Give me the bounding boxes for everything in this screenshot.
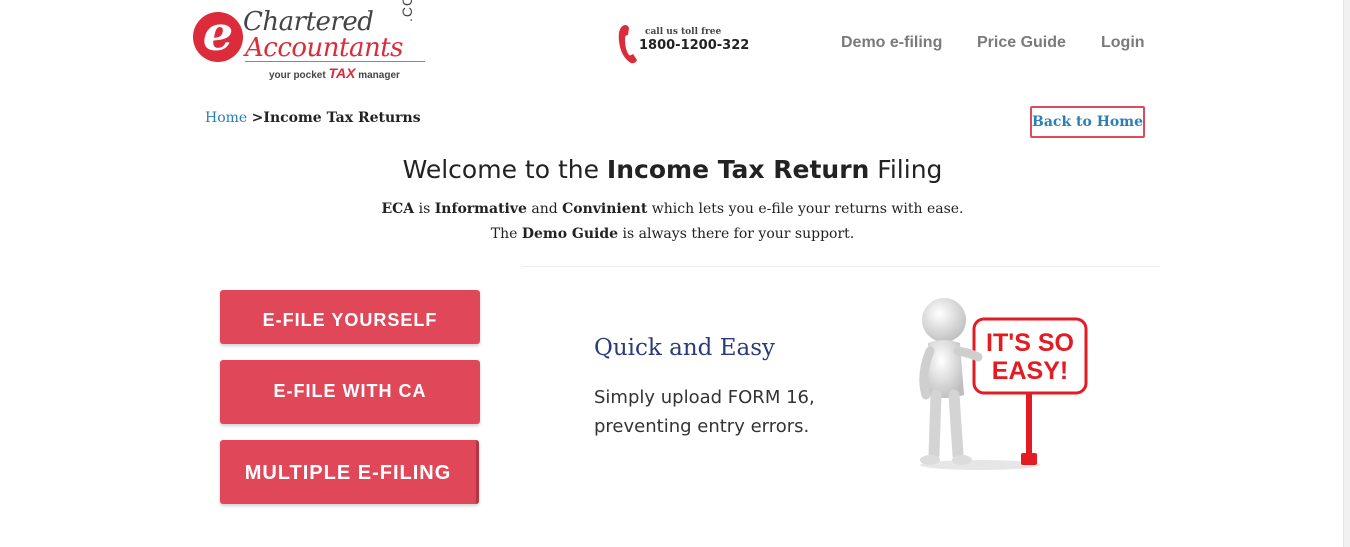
page-title: Welcome to the Income Tax Return Filing	[0, 155, 1345, 184]
site-logo[interactable]: e Chartered Accountants .COM your pocket…	[193, 0, 433, 82]
title-bold: Income Tax Return	[606, 155, 870, 184]
tagline-tax: TAX	[328, 65, 356, 81]
nav-demo-efiling[interactable]: Demo e-filing	[841, 34, 942, 54]
intro-text: The	[490, 226, 522, 242]
intro-text: and	[526, 201, 563, 217]
logo-underline	[245, 61, 425, 62]
toll-free-number: 1800-1200-322	[639, 38, 750, 53]
sign-line-2: EASY!	[992, 357, 1068, 385]
breadcrumb-home-link[interactable]: Home	[205, 110, 247, 126]
logo-e-mark: e	[193, 10, 243, 62]
multiple-efiling-button[interactable]: MULTIPLE E-FILING	[220, 440, 479, 504]
feature-title: Quick and Easy	[594, 335, 776, 361]
intro-eca: ECA	[381, 201, 415, 217]
tagline-post: manager	[355, 70, 400, 81]
efile-with-ca-button[interactable]: E-FILE WITH CA	[220, 360, 480, 424]
intro-line-2: The Demo Guide is always there for your …	[0, 226, 1345, 242]
intro-informative: Informative	[434, 201, 527, 217]
its-so-easy-illustration: IT'S SO EASY!	[919, 298, 1088, 470]
toll-free-label: call us toll free	[645, 27, 722, 37]
breadcrumb-current: Income Tax Returns	[263, 110, 421, 126]
intro-convinient: Convinient	[562, 201, 648, 217]
intro-line-1: ECA is Informative and Convinient which …	[0, 201, 1345, 217]
nav-login[interactable]: Login	[1101, 34, 1145, 54]
logo-text-com: .COM	[399, 0, 415, 22]
page-scrollbar[interactable]	[1343, 0, 1350, 547]
breadcrumb-separator: >	[251, 110, 264, 126]
title-post: Filing	[869, 155, 943, 184]
sign-line-1: IT'S SO	[986, 329, 1074, 357]
breadcrumb: Home >Income Tax Returns	[205, 110, 421, 126]
title-pre: Welcome to the	[402, 155, 607, 184]
logo-tagline: your pocket TAX manager	[269, 65, 400, 81]
intro-text: which lets you e-file your returns with …	[647, 201, 964, 217]
efile-yourself-button[interactable]: E-FILE YOURSELF	[220, 290, 480, 344]
feature-line-2: preventing entry errors.	[594, 416, 810, 437]
intro-text: is	[414, 201, 435, 217]
logo-text-accountants: Accountants	[245, 33, 404, 63]
feature-description: Simply upload FORM 16, preventing entry …	[594, 383, 815, 441]
nav-price-guide[interactable]: Price Guide	[977, 34, 1066, 54]
feature-line-1: Simply upload FORM 16,	[594, 387, 815, 408]
intro-text: is always there for your support.	[618, 226, 855, 242]
intro-demo-guide: Demo Guide	[521, 226, 619, 242]
section-divider	[522, 266, 1160, 267]
back-to-home-button[interactable]: Back to Home	[1030, 106, 1145, 138]
tagline-pre: your pocket	[269, 70, 329, 81]
